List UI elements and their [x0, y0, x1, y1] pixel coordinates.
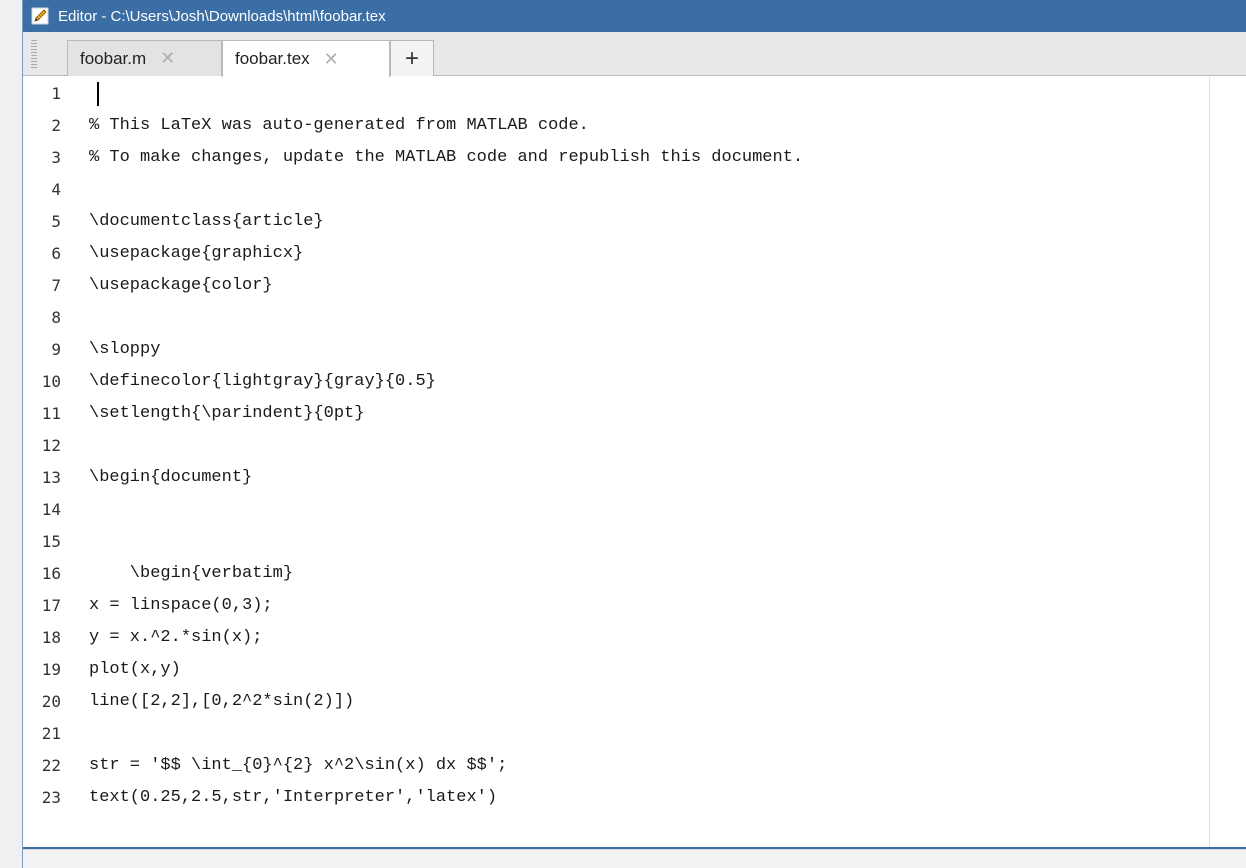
- text-cursor: [97, 82, 99, 106]
- line-text[interactable]: \definecolor{lightgray}{gray}{0.5}: [89, 372, 436, 391]
- add-tab-button[interactable]: +: [390, 40, 434, 76]
- code-line[interactable]: 16 \begin{verbatim}: [23, 557, 1203, 589]
- pencil-editor-icon: [31, 7, 49, 25]
- line-text[interactable]: y = x.^2.*sin(x);: [89, 628, 262, 647]
- line-text[interactable]: str = '$$ \int_{0}^{2} x^2\sin(x) dx $$'…: [89, 756, 507, 775]
- line-number: 18: [41, 627, 61, 647]
- line-number: 16: [41, 563, 61, 583]
- close-icon[interactable]: ✕: [160, 48, 175, 69]
- line-number: 11: [41, 403, 61, 423]
- line-number: 19: [41, 659, 61, 679]
- line-number: 1: [51, 83, 61, 103]
- line-text[interactable]: plot(x,y): [89, 660, 181, 679]
- line-number: 9: [51, 339, 61, 359]
- drag-grip[interactable]: [31, 40, 37, 68]
- code-line[interactable]: 23 text(0.25,2.5,str,'Interpreter','late…: [23, 781, 1203, 813]
- code-line[interactable]: 4: [23, 173, 1203, 205]
- line-number: 17: [41, 595, 61, 615]
- window-title: Editor - C:\Users\Josh\Downloads\html\fo…: [58, 7, 386, 25]
- line-number: 6: [51, 243, 61, 263]
- line-number: 20: [41, 691, 61, 711]
- line-text[interactable]: % This LaTeX was auto-generated from MAT…: [89, 116, 589, 135]
- line-text[interactable]: \usepackage{graphicx}: [89, 244, 303, 263]
- code-line[interactable]: 13 \begin{document}: [23, 461, 1203, 493]
- line-text[interactable]: x = linspace(0,3);: [89, 596, 273, 615]
- code-line[interactable]: 10 \definecolor{lightgray}{gray}{0.5}: [23, 365, 1203, 397]
- tab-bar: foobar.m ✕ foobar.tex ✕ +: [23, 32, 1246, 77]
- line-text[interactable]: line([2,2],[0,2^2*sin(2)]): [89, 692, 354, 711]
- code-line[interactable]: 5 \documentclass{article}: [23, 205, 1203, 237]
- line-text[interactable]: \begin{verbatim}: [89, 564, 293, 583]
- code-line[interactable]: 15: [23, 525, 1203, 557]
- plus-icon: +: [404, 44, 419, 72]
- line-number: 15: [41, 531, 61, 551]
- code-line[interactable]: 7 \usepackage{color}: [23, 269, 1203, 301]
- code-line[interactable]: 9 \sloppy: [23, 333, 1203, 365]
- code-line[interactable]: 17 x = linspace(0,3);: [23, 589, 1203, 621]
- tab-foobar-tex[interactable]: foobar.tex ✕: [222, 40, 390, 77]
- tab-label: foobar.m: [80, 48, 147, 68]
- line-number: 3: [51, 147, 61, 167]
- line-number: 8: [51, 307, 61, 327]
- title-bar[interactable]: Editor - C:\Users\Josh\Downloads\html\fo…: [23, 0, 1246, 32]
- code-line[interactable]: 1: [23, 77, 1203, 109]
- line-number: 7: [51, 275, 61, 295]
- line-number: 10: [41, 371, 61, 391]
- line-number: 14: [41, 499, 61, 519]
- tab-label: foobar.tex: [235, 49, 310, 68]
- code-line[interactable]: 8: [23, 301, 1203, 333]
- code-line[interactable]: 6 \usepackage{graphicx}: [23, 237, 1203, 269]
- code-line[interactable]: 19 plot(x,y): [23, 653, 1203, 685]
- line-number: 5: [51, 211, 61, 231]
- line-text[interactable]: text(0.25,2.5,str,'Interpreter','latex'): [89, 788, 497, 807]
- line-text[interactable]: \documentclass{article}: [89, 212, 324, 231]
- tab-foobar-m[interactable]: foobar.m ✕: [67, 40, 222, 76]
- line-number: 12: [41, 435, 61, 455]
- code-editor[interactable]: 1 2 % This LaTeX was auto-generated from…: [23, 77, 1246, 868]
- code-line[interactable]: 20 line([2,2],[0,2^2*sin(2)]): [23, 685, 1203, 717]
- code-line[interactable]: 12: [23, 429, 1203, 461]
- line-number: 23: [41, 787, 61, 807]
- close-icon[interactable]: ✕: [324, 49, 339, 70]
- line-text[interactable]: \setlength{\parindent}{0pt}: [89, 404, 364, 423]
- code-line[interactable]: 21: [23, 717, 1203, 749]
- code-line[interactable]: 14: [23, 493, 1203, 525]
- code-line[interactable]: 3 % To make changes, update the MATLAB c…: [23, 141, 1203, 173]
- code-line[interactable]: 18 y = x.^2.*sin(x);: [23, 621, 1203, 653]
- status-strip: [23, 849, 1246, 868]
- right-margin-line: [1209, 77, 1210, 847]
- line-number: 21: [41, 723, 61, 743]
- editor-window: Editor - C:\Users\Josh\Downloads\html\fo…: [22, 0, 1246, 868]
- line-number: 22: [41, 755, 61, 775]
- line-text[interactable]: \usepackage{color}: [89, 276, 273, 295]
- line-number: 13: [41, 467, 61, 487]
- line-number: 4: [51, 179, 61, 199]
- line-text[interactable]: \begin{document}: [89, 468, 252, 487]
- code-line[interactable]: 22 str = '$$ \int_{0}^{2} x^2\sin(x) dx …: [23, 749, 1203, 781]
- code-line[interactable]: 11 \setlength{\parindent}{0pt}: [23, 397, 1203, 429]
- line-text[interactable]: \sloppy: [89, 340, 160, 359]
- line-number: 2: [51, 115, 61, 135]
- line-text[interactable]: % To make changes, update the MATLAB cod…: [89, 148, 803, 167]
- code-line[interactable]: 2 % This LaTeX was auto-generated from M…: [23, 109, 1203, 141]
